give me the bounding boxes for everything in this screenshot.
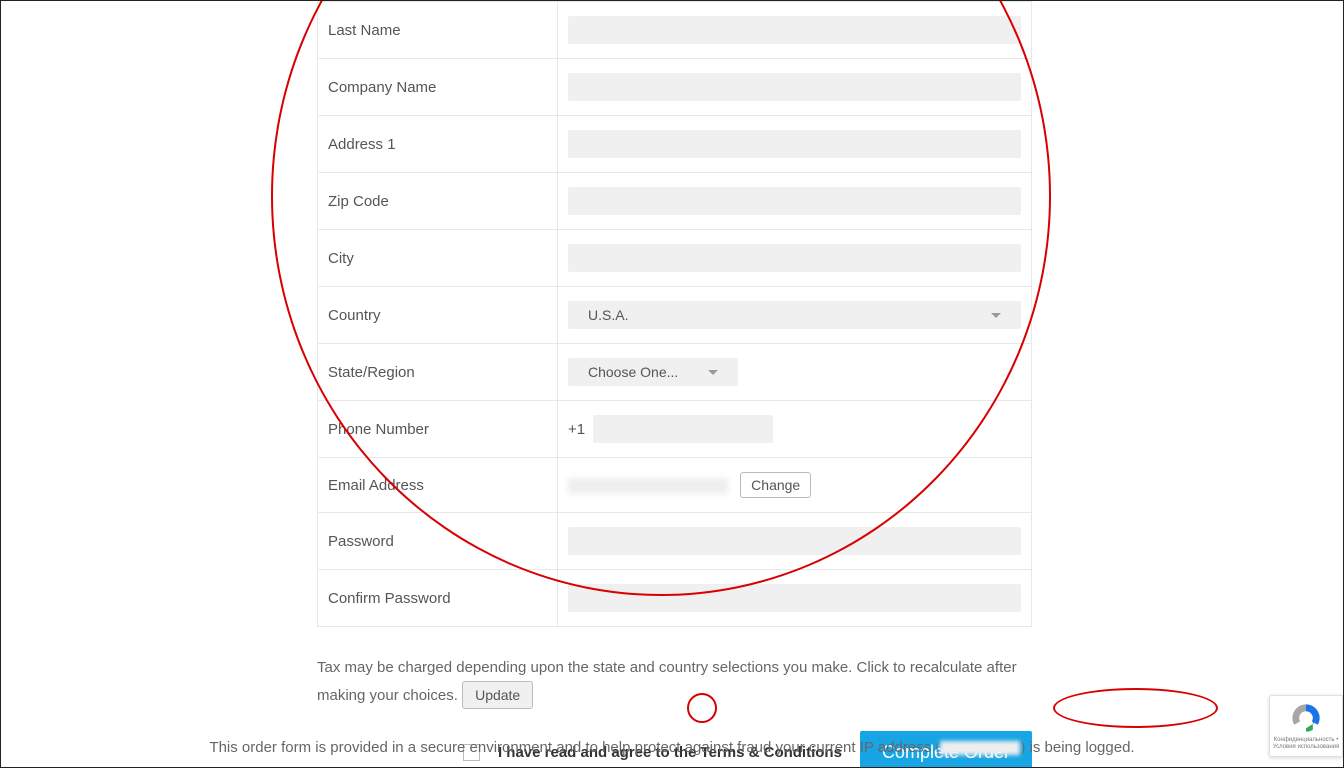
label-country: Country xyxy=(318,287,558,344)
recaptcha-icon xyxy=(1289,701,1323,735)
last-name-input[interactable] xyxy=(568,16,1021,44)
billing-form: Last Name Company Name Address 1 Zip Cod… xyxy=(317,1,1032,627)
label-address1: Address 1 xyxy=(318,116,558,173)
label-last-name: Last Name xyxy=(318,2,558,59)
label-phone: Phone Number xyxy=(318,401,558,458)
update-button[interactable]: Update xyxy=(462,681,533,709)
city-input[interactable] xyxy=(568,244,1021,272)
tax-note: Tax may be charged depending upon the st… xyxy=(317,655,1032,709)
label-confirm-password: Confirm Password xyxy=(318,570,558,627)
ip-address-value xyxy=(940,741,1020,755)
email-value xyxy=(568,478,728,494)
label-city: City xyxy=(318,230,558,287)
tax-note-text: Tax may be charged depending upon the st… xyxy=(317,659,1017,704)
country-select-value: U.S.A. xyxy=(588,307,628,323)
password-input[interactable] xyxy=(568,527,1021,555)
state-select-value: Choose One... xyxy=(588,364,678,380)
recaptcha-badge[interactable]: Конфиденциальность • Условия использован… xyxy=(1269,695,1343,757)
change-email-button[interactable]: Change xyxy=(740,472,811,498)
address1-input[interactable] xyxy=(568,130,1021,158)
country-select[interactable]: U.S.A. xyxy=(568,301,1021,329)
chevron-down-icon xyxy=(991,313,1001,318)
phone-prefix: +1 xyxy=(568,421,585,438)
label-password: Password xyxy=(318,513,558,570)
chevron-down-icon xyxy=(708,370,718,375)
footer-note: This order form is provided in a secure … xyxy=(1,739,1343,756)
label-email: Email Address xyxy=(318,458,558,513)
annotation-oval-complete xyxy=(1053,688,1218,728)
label-state: State/Region xyxy=(318,344,558,401)
label-zip: Zip Code xyxy=(318,173,558,230)
company-name-input[interactable] xyxy=(568,73,1021,101)
label-company-name: Company Name xyxy=(318,59,558,116)
phone-input[interactable] xyxy=(593,415,773,443)
confirm-password-input[interactable] xyxy=(568,584,1021,612)
zip-input[interactable] xyxy=(568,187,1021,215)
state-select[interactable]: Choose One... xyxy=(568,358,738,386)
